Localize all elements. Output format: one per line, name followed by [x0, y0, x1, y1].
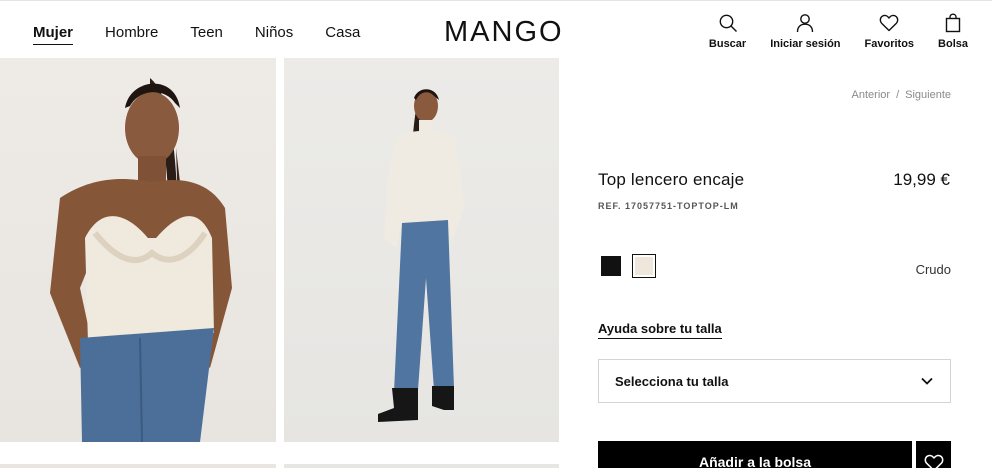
favorites-button[interactable]: Favoritos — [864, 13, 915, 50]
nav-item-casa[interactable]: Casa — [325, 24, 360, 45]
model-closeup-image — [50, 78, 232, 442]
heart-icon — [879, 14, 899, 32]
product-title: Top lencero encaje — [598, 170, 745, 189]
search-icon — [719, 14, 737, 32]
next-link[interactable]: Siguiente — [905, 89, 951, 101]
main-nav: Mujer Hombre Teen Niños Casa — [33, 24, 392, 45]
login-button[interactable]: Iniciar sesión — [770, 13, 841, 50]
bag-label: Bolsa — [938, 38, 968, 50]
product-price: 19,99 € — [893, 170, 950, 189]
product-reference: REF. 17057751-TOPTOP-LM — [598, 201, 739, 211]
thumbnail-strip-2 — [284, 464, 559, 468]
color-swatch-crudo[interactable] — [632, 254, 656, 278]
favorites-label: Favoritos — [864, 38, 915, 50]
chevron-down-icon — [921, 377, 933, 385]
svg-text:MANGO: MANGO — [444, 16, 564, 45]
pager-separator: / — [896, 89, 900, 101]
add-to-favorites-button[interactable] — [916, 441, 951, 468]
search-button[interactable]: Buscar — [709, 13, 746, 50]
color-swatch-black[interactable] — [601, 256, 621, 276]
add-to-bag-button[interactable]: Añadir a la bolsa — [598, 441, 912, 468]
search-label: Buscar — [708, 38, 747, 50]
product-photo-full[interactable] — [284, 58, 559, 442]
thumbnail-strip-1 — [0, 464, 276, 468]
user-icon — [797, 14, 814, 33]
mango-logo[interactable]: MANGO — [444, 15, 578, 45]
product-photo-front[interactable] — [0, 58, 276, 442]
product-pager: Anterior / Siguiente — [852, 89, 951, 101]
heart-icon — [924, 454, 943, 468]
color-swatch-crudo-fill — [635, 257, 653, 275]
bag-icon — [945, 13, 961, 33]
nav-item-teen[interactable]: Teen — [190, 24, 223, 45]
header-tools: Buscar Iniciar sesión Favoritos Bolsa — [685, 13, 968, 50]
size-select-label: Selecciona tu talla — [615, 373, 729, 389]
nav-item-hombre[interactable]: Hombre — [105, 24, 158, 45]
nav-item-mujer[interactable]: Mujer — [33, 24, 74, 45]
site-header: Mujer Hombre Teen Niños Casa MANGO Busca… — [0, 0, 992, 58]
nav-item-ninos[interactable]: Niños — [255, 24, 293, 45]
model-fullbody-image — [378, 89, 464, 422]
previous-link[interactable]: Anterior — [852, 89, 891, 101]
bag-button[interactable]: Bolsa — [938, 13, 968, 50]
selected-color-label: Crudo — [915, 262, 951, 277]
login-label: Iniciar sesión — [770, 38, 841, 50]
size-help-link[interactable]: Ayuda sobre tu talla — [598, 321, 722, 339]
size-select[interactable]: Selecciona tu talla — [598, 359, 951, 403]
